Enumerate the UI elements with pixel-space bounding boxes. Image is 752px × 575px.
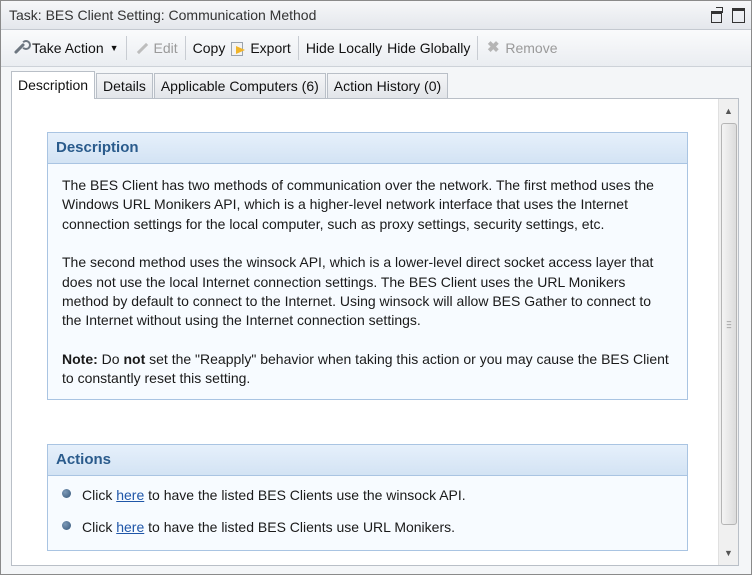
- hide-locally-label: Hide Locally: [305, 40, 383, 56]
- actions-heading: Actions: [48, 445, 687, 476]
- action-prefix: Click: [82, 519, 117, 536]
- action-suffix: to have the listed BES Clients use URL M…: [144, 519, 455, 536]
- tab-details[interactable]: Details: [96, 73, 153, 98]
- action-link-url-monikers[interactable]: here: [116, 519, 144, 535]
- window-title: Task: BES Client Setting: Communication …: [9, 7, 317, 23]
- export-icon: [230, 40, 246, 56]
- remove-label: Remove: [505, 40, 558, 56]
- note-text: Do: [97, 350, 124, 367]
- hide-globally-label: Hide Globally: [387, 40, 471, 56]
- hide-locally-button[interactable]: Hide Locally: [301, 35, 387, 61]
- copy-button[interactable]: Copy: [188, 35, 231, 61]
- export-button[interactable]: Export: [230, 35, 295, 61]
- toolbar-separator: [477, 36, 479, 60]
- description-heading: Description: [48, 133, 687, 164]
- edit-button[interactable]: Edit: [129, 35, 183, 61]
- content-pane: Description The BES Client has two metho…: [11, 98, 739, 566]
- chevron-down-icon: ▼: [109, 43, 119, 53]
- tab-strip: Description Details Applicable Computers…: [11, 71, 449, 99]
- remove-button[interactable]: ✖ Remove: [480, 35, 562, 61]
- description-paragraph: The BES Client has two methods of commun…: [62, 177, 654, 232]
- wrench-icon: [12, 40, 31, 56]
- description-panel: Description The BES Client has two metho…: [47, 132, 688, 400]
- toolbar: Take Action ▼ Edit Copy Export Hide Loca…: [1, 30, 751, 67]
- tab-action-history[interactable]: Action History (0): [326, 73, 449, 98]
- tab-applicable-computers[interactable]: Applicable Computers (6): [153, 73, 326, 98]
- toolbar-separator: [184, 36, 186, 60]
- action-item: Click here to have the listed BES Client…: [62, 480, 673, 512]
- title-bar: Task: BES Client Setting: Communication …: [1, 1, 751, 30]
- bullet-icon: [62, 488, 71, 498]
- action-prefix: Click: [82, 487, 117, 504]
- toolbar-separator: [125, 36, 127, 60]
- vertical-scrollbar[interactable]: ▲ – – – ▼: [718, 99, 738, 565]
- action-item: Click here to have the listed BES Client…: [62, 512, 673, 544]
- hide-globally-button[interactable]: Hide Globally: [387, 35, 475, 61]
- take-action-label: Take Action: [32, 40, 104, 56]
- action-text: Click here to have the listed BES Client…: [82, 518, 455, 537]
- edit-label: Edit: [153, 40, 178, 56]
- action-text: Click here to have the listed BES Client…: [82, 486, 466, 505]
- scroll-up-arrow-icon[interactable]: ▲: [719, 101, 738, 121]
- note-label: Note:: [62, 350, 98, 367]
- undock-icon[interactable]: [709, 7, 723, 23]
- title-bar-controls: [709, 7, 745, 23]
- actions-body: Click here to have the listed BES Client…: [48, 476, 687, 550]
- pencil-icon: [134, 40, 150, 56]
- remove-x-icon: ✖: [487, 39, 500, 56]
- toolbar-separator: [297, 36, 299, 60]
- bullet-icon: [62, 520, 71, 530]
- note-text: set the "Reapply" behavior when taking t…: [62, 350, 669, 387]
- grip-icon: – – –: [726, 317, 732, 332]
- description-paragraph: The second method uses the winsock API, …: [62, 254, 654, 329]
- action-suffix: to have the listed BES Clients use the w…: [144, 487, 466, 504]
- scroll-thumb[interactable]: – – –: [721, 123, 737, 525]
- action-link-winsock[interactable]: here: [116, 487, 144, 503]
- copy-label: Copy: [192, 40, 226, 56]
- description-note: Note: Do not set the "Reapply" behavior …: [62, 350, 673, 389]
- note-emphasis: not: [123, 350, 146, 367]
- take-action-button[interactable]: Take Action ▼: [7, 35, 124, 61]
- task-window: Task: BES Client Setting: Communication …: [0, 0, 752, 575]
- maximize-icon[interactable]: [731, 7, 745, 23]
- description-body: The BES Client has two methods of commun…: [48, 164, 687, 399]
- export-label: Export: [250, 40, 291, 56]
- tab-description[interactable]: Description: [11, 71, 96, 99]
- actions-panel: Actions Click here to have the listed BE…: [47, 444, 688, 551]
- scroll-down-arrow-icon[interactable]: ▼: [719, 543, 738, 563]
